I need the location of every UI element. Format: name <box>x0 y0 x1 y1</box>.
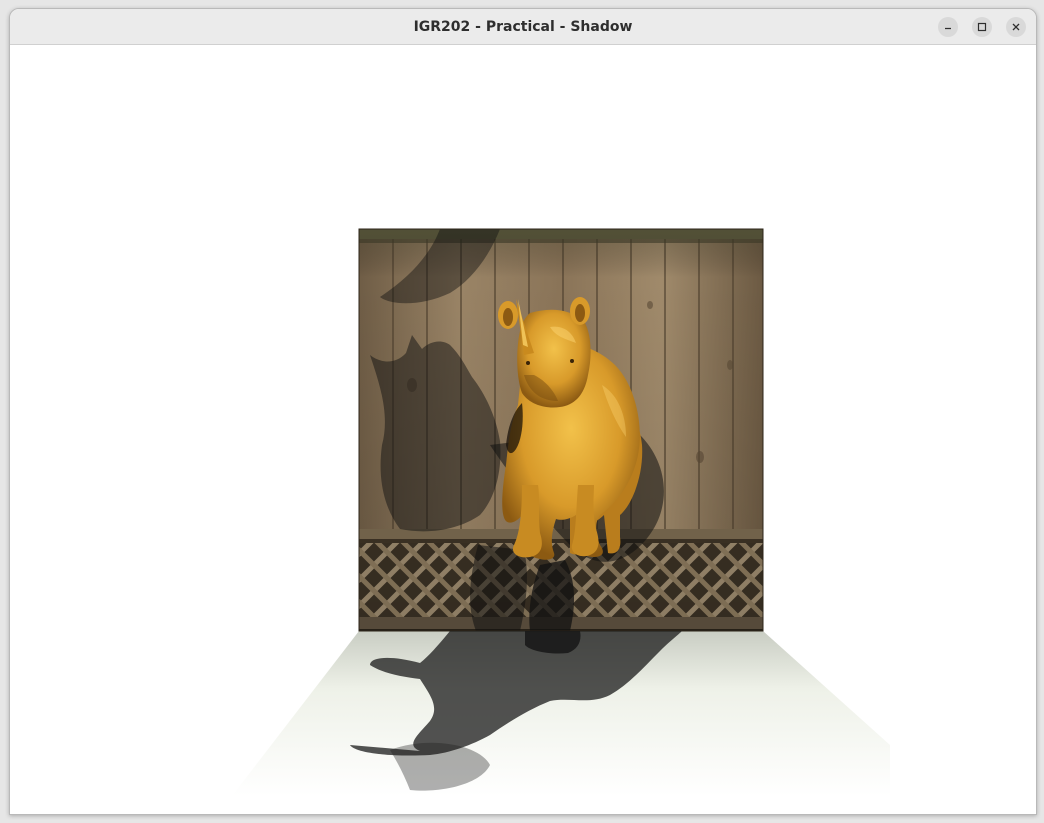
window-title: IGR202 - Practical - Shadow <box>413 19 633 35</box>
app-window: IGR202 - Practical - Shadow <box>9 8 1037 815</box>
minimize-icon <box>945 27 951 30</box>
minimize-button[interactable] <box>938 17 958 37</box>
maximize-button[interactable] <box>972 17 992 37</box>
close-button[interactable] <box>1006 17 1026 37</box>
title-bar[interactable]: IGR202 - Practical - Shadow <box>10 9 1036 45</box>
shadow-scene <box>232 228 890 796</box>
render-viewport[interactable] <box>10 45 1036 814</box>
close-icon <box>1012 23 1020 31</box>
maximize-icon <box>977 22 987 32</box>
